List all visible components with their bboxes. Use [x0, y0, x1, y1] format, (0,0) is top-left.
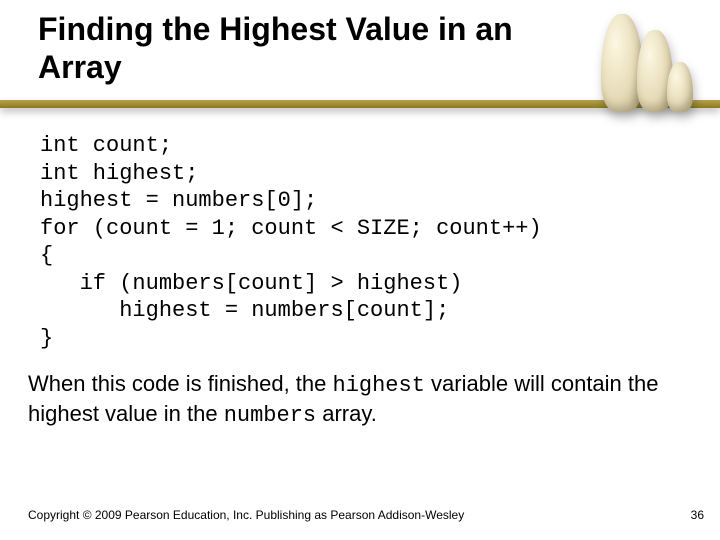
- explain-mono: highest: [333, 373, 425, 398]
- code-line: int count;: [40, 133, 172, 158]
- explain-mono: numbers: [224, 403, 316, 428]
- title-area: Finding the Highest Value in an Array: [38, 10, 578, 87]
- explain-part: array.: [316, 401, 377, 426]
- chess-pieces-image: [582, 0, 712, 112]
- copyright-text: Copyright © 2009 Pearson Education, Inc.…: [28, 508, 464, 522]
- code-block: int count; int highest; highest = number…: [40, 132, 542, 352]
- code-line: int highest;: [40, 161, 198, 186]
- code-line: highest = numbers[0];: [40, 188, 317, 213]
- code-line: {: [40, 243, 53, 268]
- code-line: for (count = 1; count < SIZE; count++): [40, 216, 542, 241]
- code-line: }: [40, 326, 53, 351]
- chess-pawn-icon: [667, 62, 693, 112]
- page-number: 36: [691, 508, 704, 522]
- explanation-text: When this code is finished, the highest …: [28, 370, 688, 429]
- slide: Finding the Highest Value in an Array in…: [0, 0, 720, 540]
- code-line: highest = numbers[count];: [40, 298, 449, 323]
- chess-king-icon: [601, 14, 643, 112]
- explain-part: When this code is finished, the: [28, 371, 333, 396]
- code-line: if (numbers[count] > highest): [40, 271, 462, 296]
- slide-title: Finding the Highest Value in an Array: [38, 10, 578, 87]
